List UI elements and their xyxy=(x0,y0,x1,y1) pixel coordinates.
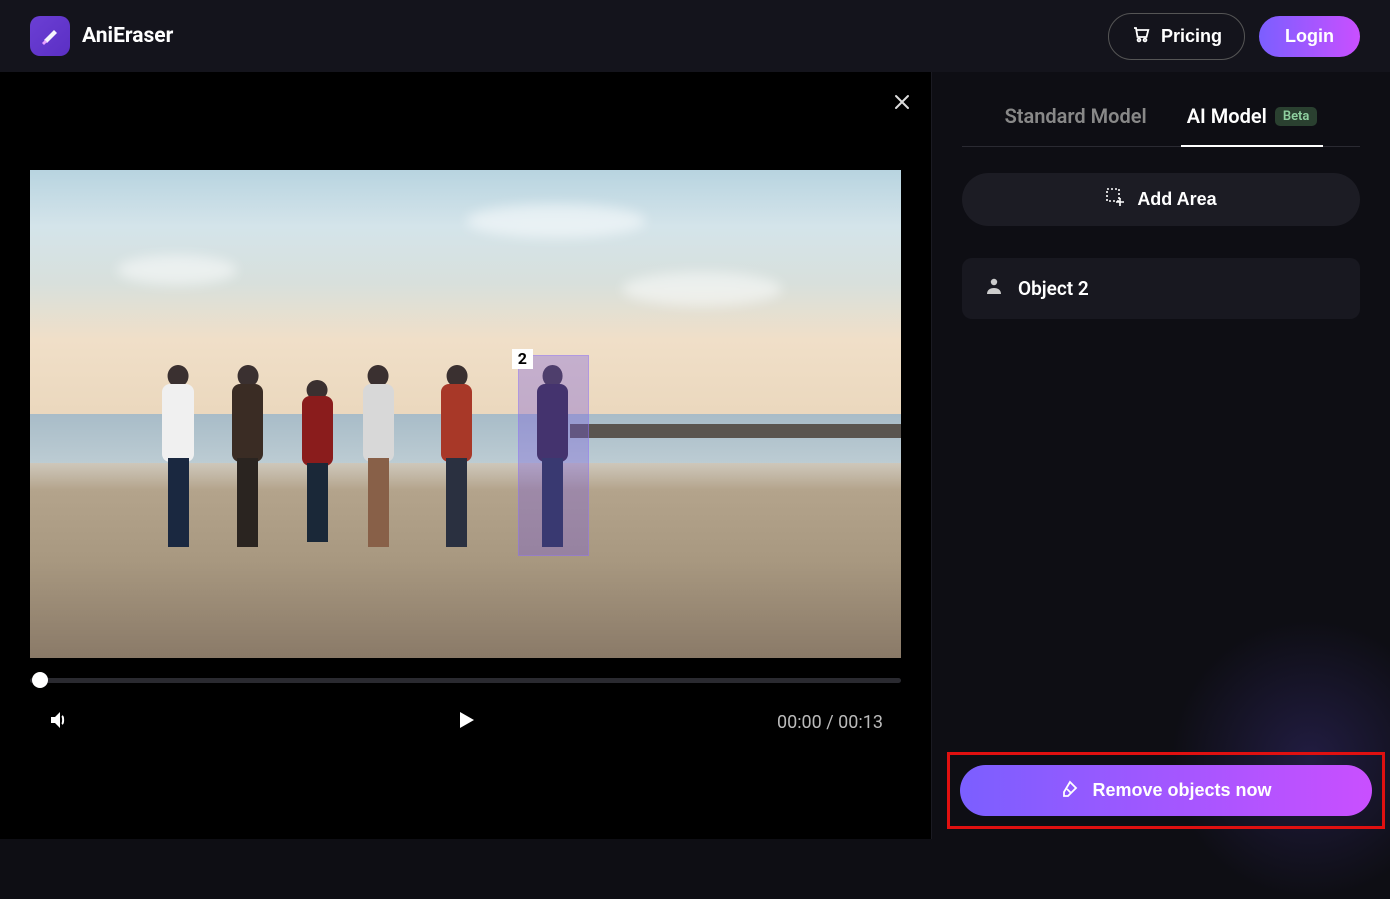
selection-box[interactable] xyxy=(518,355,589,555)
tab-standard-label: Standard Model xyxy=(1005,104,1147,128)
add-area-label: Add Area xyxy=(1137,189,1216,210)
login-button[interactable]: Login xyxy=(1259,16,1360,57)
person-icon xyxy=(984,276,1004,301)
remove-objects-button[interactable]: Remove objects now xyxy=(960,765,1372,816)
person-2 xyxy=(222,365,274,550)
pricing-label: Pricing xyxy=(1161,26,1222,47)
content-area: 2 00:00 / 00:13 xyxy=(0,72,1390,839)
add-area-icon xyxy=(1105,187,1125,212)
app-header: AniEraser Pricing Login xyxy=(0,0,1390,72)
cloud xyxy=(466,204,646,238)
preview-panel: 2 00:00 / 00:13 xyxy=(0,72,931,839)
logo-area: AniEraser xyxy=(30,16,173,56)
add-area-button[interactable]: Add Area xyxy=(962,173,1360,226)
play-icon[interactable] xyxy=(455,709,477,735)
time-separator: / xyxy=(826,712,838,733)
pricing-button[interactable]: Pricing xyxy=(1108,13,1245,60)
video-frame[interactable]: 2 xyxy=(30,170,901,658)
timeline-track[interactable] xyxy=(30,678,901,683)
person-1 xyxy=(152,365,204,550)
object-label: Object 2 xyxy=(1018,277,1089,300)
remove-label: Remove objects now xyxy=(1092,780,1271,801)
time-display: 00:00 / 00:13 xyxy=(777,712,883,733)
jetty-region xyxy=(570,424,901,439)
person-5 xyxy=(431,365,483,550)
app-name: AniEraser xyxy=(82,24,173,48)
object-card[interactable]: Object 2 xyxy=(962,258,1360,319)
logo-icon xyxy=(30,16,70,56)
cart-icon xyxy=(1131,24,1151,49)
person-3 xyxy=(291,380,343,546)
tab-ai-label: AI Model xyxy=(1187,104,1267,128)
beta-badge: Beta xyxy=(1275,107,1318,126)
tab-ai-model[interactable]: AI Model Beta xyxy=(1187,92,1318,146)
model-tabs: Standard Model AI Model Beta xyxy=(962,92,1360,147)
timeline-thumb[interactable] xyxy=(32,672,48,688)
player-controls: 00:00 / 00:13 xyxy=(30,708,901,736)
eraser-icon xyxy=(1060,778,1080,803)
remove-highlight-box: Remove objects now xyxy=(947,752,1385,829)
timeline[interactable] xyxy=(30,674,901,686)
person-4 xyxy=(352,365,404,550)
side-panel: Standard Model AI Model Beta Add Area xyxy=(931,72,1390,839)
header-actions: Pricing Login xyxy=(1108,13,1360,60)
time-current: 00:00 xyxy=(777,712,822,733)
volume-icon[interactable] xyxy=(48,708,72,736)
time-total: 00:13 xyxy=(838,712,883,733)
cloud xyxy=(622,272,782,306)
close-icon[interactable] xyxy=(893,92,911,116)
selection-number-label: 2 xyxy=(512,349,533,369)
tab-standard-model[interactable]: Standard Model xyxy=(1005,92,1147,146)
cloud xyxy=(117,255,237,285)
